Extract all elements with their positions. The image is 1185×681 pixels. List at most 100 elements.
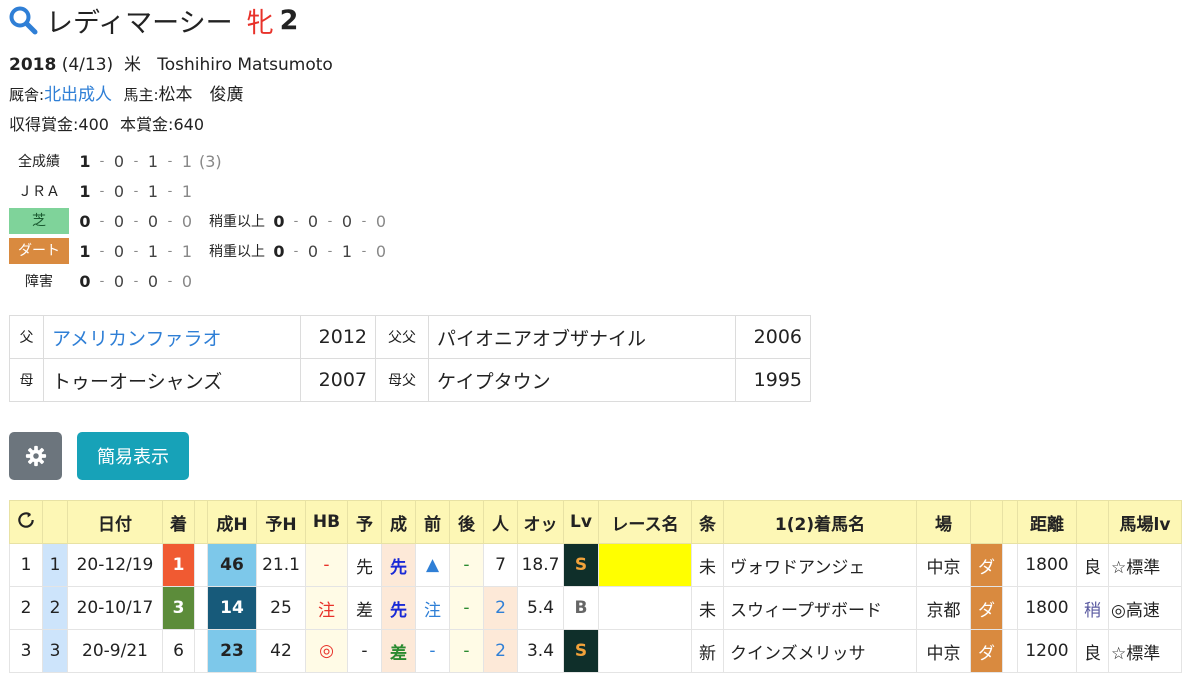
- table-cell: 1200: [1017, 629, 1077, 673]
- table-cell: 1: [79, 241, 91, 261]
- column-header[interactable]: 日付: [67, 500, 163, 544]
- column-header[interactable]: 1(2)着馬名: [723, 500, 917, 544]
- table-cell[interactable]: クインズメリッサ: [723, 629, 917, 673]
- table-cell: 1: [147, 181, 159, 201]
- table-cell: -: [305, 543, 348, 587]
- table-cell: -: [449, 543, 484, 587]
- table-cell: -: [133, 243, 139, 259]
- horse-title: レディマーシー 牝 2: [8, 2, 298, 39]
- prize-line: 収得賞金:400 本賞金:640: [9, 115, 204, 134]
- column-header[interactable]: 予: [347, 500, 382, 544]
- table-cell: 注: [415, 586, 450, 630]
- table-cell: [1002, 629, 1018, 673]
- simple-view-button[interactable]: 簡易表示: [77, 432, 189, 480]
- table-cell[interactable]: スウィープザボード: [723, 586, 917, 630]
- table-cell: -: [99, 213, 105, 229]
- table-row[interactable]: 1 1 20-12/19 1 46 21.1 - 先 先 ▲ - 7 18.7 …: [9, 543, 1182, 587]
- table-cell: 2: [483, 629, 518, 673]
- table-cell: 京都: [916, 586, 971, 630]
- column-header[interactable]: 場: [916, 500, 971, 544]
- table-cell: S: [563, 543, 599, 587]
- refresh-icon[interactable]: [16, 510, 36, 530]
- table-cell: ＪＲＡ: [18, 184, 60, 200]
- table-cell: 注: [305, 586, 348, 630]
- column-header[interactable]: 成: [381, 500, 416, 544]
- table-cell: 3: [162, 586, 195, 630]
- table-cell: [194, 629, 208, 673]
- table-cell: -: [293, 213, 299, 229]
- table-cell: 1: [79, 181, 91, 201]
- column-header[interactable]: 後: [449, 500, 484, 544]
- column-header[interactable]: HB: [305, 500, 348, 544]
- gear-icon: [25, 445, 46, 467]
- pedigree-table: 父 アメリカンファラオ 2012 父父 パイオニアオブザナイル 2006 母 ト…: [9, 315, 811, 402]
- horse-name: レディマーシー: [46, 7, 233, 39]
- table-cell: 中京: [916, 543, 971, 587]
- table-cell: ダート: [9, 238, 69, 264]
- table-cell[interactable]: ヴォワドアンジェ: [723, 543, 917, 587]
- table-cell: -: [361, 213, 367, 229]
- table-cell: ダ: [970, 629, 1003, 673]
- column-header: [194, 500, 208, 544]
- table-cell: 先: [381, 586, 416, 630]
- earned-prize: 400: [78, 115, 109, 134]
- table-cell: ◎: [305, 629, 348, 673]
- table-cell: 1: [181, 181, 193, 201]
- table-cell: 21.1: [256, 543, 306, 587]
- table-cell: 0: [273, 241, 285, 261]
- column-header[interactable]: 人: [483, 500, 518, 544]
- column-header[interactable]: 成H: [207, 500, 257, 544]
- table-cell: 5.4: [517, 586, 564, 630]
- table-cell: ▲: [415, 543, 450, 587]
- table-cell: 1: [162, 543, 195, 587]
- table-cell: 良: [1076, 543, 1109, 587]
- column-header[interactable]: 距離: [1017, 500, 1077, 544]
- column-header[interactable]: オッ: [517, 500, 564, 544]
- table-cell: 7: [483, 543, 518, 587]
- table-cell: 20-9/21: [67, 629, 163, 673]
- table-cell: 18.7: [517, 543, 564, 587]
- table-cell: 障害: [25, 274, 53, 290]
- table-cell: [194, 586, 208, 630]
- stable-link[interactable]: 北出成人: [44, 85, 112, 105]
- table-row[interactable]: 3 3 20-9/21 6 23 42 ◎ - 差 - - 2 3.4 S 新 …: [9, 629, 1182, 673]
- column-header[interactable]: レース名: [598, 500, 692, 544]
- column-header[interactable]: 着: [162, 500, 195, 544]
- table-cell: ダ: [970, 586, 1003, 630]
- column-header[interactable]: 予H: [256, 500, 306, 544]
- sire-link[interactable]: アメリカンファラオ: [52, 328, 221, 350]
- settings-button[interactable]: [9, 432, 62, 480]
- table-cell: -: [99, 243, 105, 259]
- table-cell: 1: [9, 543, 43, 587]
- table-cell: 稍重以上: [209, 214, 265, 230]
- birth-year: 2018: [9, 55, 57, 75]
- table-cell: 25: [256, 586, 306, 630]
- table-cell: 0: [181, 271, 193, 291]
- column-header[interactable]: 前: [415, 500, 450, 544]
- table-cell: -: [449, 629, 484, 673]
- table-row[interactable]: 2 2 20-10/17 3 14 25 注 差 先 注 - 2 5.4 B 未…: [9, 586, 1182, 630]
- table-cell: 3.4: [517, 629, 564, 673]
- table-cell: 0: [147, 271, 159, 291]
- main-prize: 640: [173, 115, 204, 134]
- birth-date: (4/13): [61, 55, 114, 75]
- column-header[interactable]: 馬場lv: [1108, 500, 1182, 544]
- table-cell: 2: [9, 586, 43, 630]
- table-cell: 14: [207, 586, 257, 630]
- stable-line: 厩舎:北出成人 馬主:松本 俊廣: [9, 85, 244, 105]
- column-header[interactable]: Lv: [563, 500, 599, 544]
- table-cell: 0: [79, 271, 91, 291]
- stat-turf: 芝 0-0-0-0 稍重以上 0-0-0-0: [9, 206, 389, 236]
- search-icon[interactable]: [8, 5, 38, 35]
- table-cell: ☆標準: [1108, 543, 1182, 587]
- column-header[interactable]: 条: [691, 500, 724, 544]
- table-cell: 0: [113, 211, 125, 231]
- table-cell: -: [415, 629, 450, 673]
- table-cell: -: [449, 586, 484, 630]
- table-cell: 稍: [1076, 586, 1109, 630]
- table-cell: 全成績: [18, 154, 60, 170]
- table-cell: (3): [199, 151, 222, 171]
- column-header: [1076, 500, 1109, 544]
- refresh-header[interactable]: [9, 500, 43, 544]
- table-cell: -: [167, 153, 173, 169]
